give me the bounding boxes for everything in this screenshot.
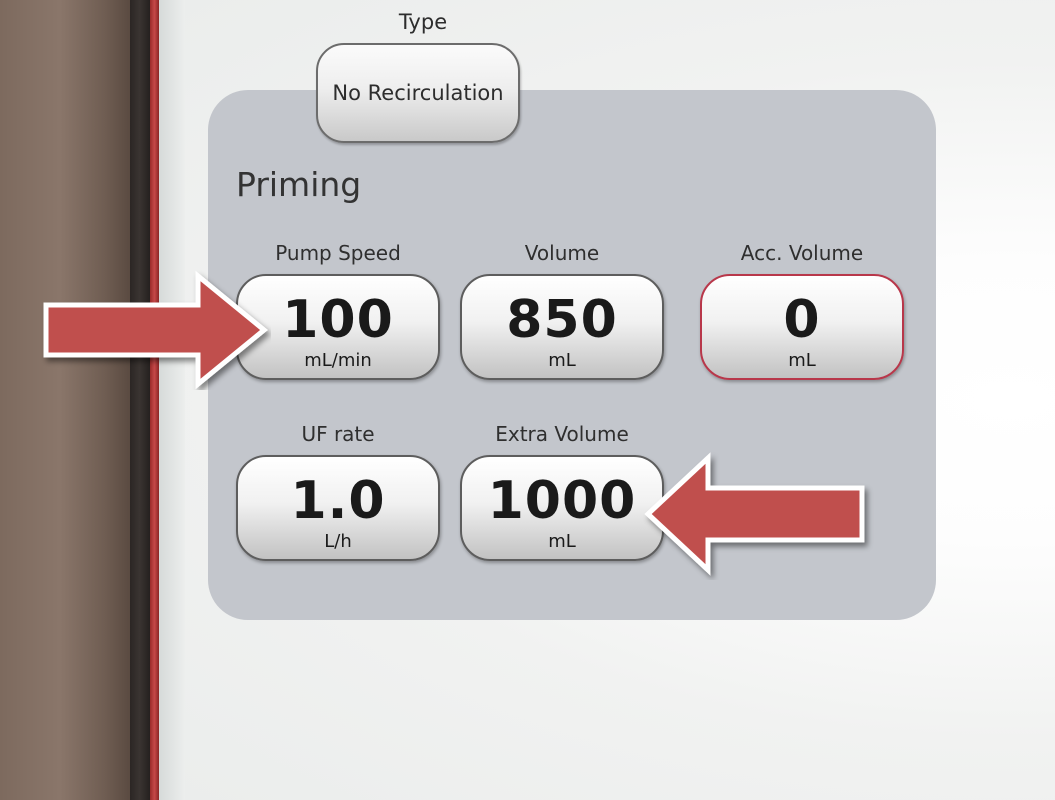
monitor-red-trim	[150, 0, 159, 800]
panel-title: Priming	[236, 165, 362, 204]
extra-volume-label: Extra Volume	[495, 422, 629, 446]
acc-volume-value: 0	[783, 290, 821, 350]
extra-volume-button[interactable]: 1000 mL	[460, 455, 664, 561]
screen-edge	[159, 0, 185, 800]
type-button[interactable]: No Recirculation	[316, 43, 520, 143]
extra-volume-value: 1000	[487, 471, 637, 531]
acc-volume-label: Acc. Volume	[740, 241, 864, 265]
arrow-left-icon	[644, 452, 865, 576]
pump-speed-label: Pump Speed	[275, 241, 401, 265]
volume-unit: mL	[548, 350, 576, 371]
uf-rate-unit: L/h	[324, 531, 352, 552]
type-label: Type	[398, 10, 448, 34]
uf-rate-value: 1.0	[290, 471, 386, 531]
volume-label: Volume	[524, 241, 600, 265]
acc-volume-button[interactable]: 0 mL	[700, 274, 904, 380]
extra-volume-unit: mL	[548, 531, 576, 552]
volume-value: 850	[506, 290, 618, 350]
volume-button[interactable]: 850 mL	[460, 274, 664, 380]
monitor-bezel	[0, 0, 150, 800]
arrow-right-icon	[43, 270, 268, 390]
acc-volume-unit: mL	[788, 350, 816, 371]
uf-rate-label: UF rate	[301, 422, 375, 446]
uf-rate-button[interactable]: 1.0 L/h	[236, 455, 440, 561]
